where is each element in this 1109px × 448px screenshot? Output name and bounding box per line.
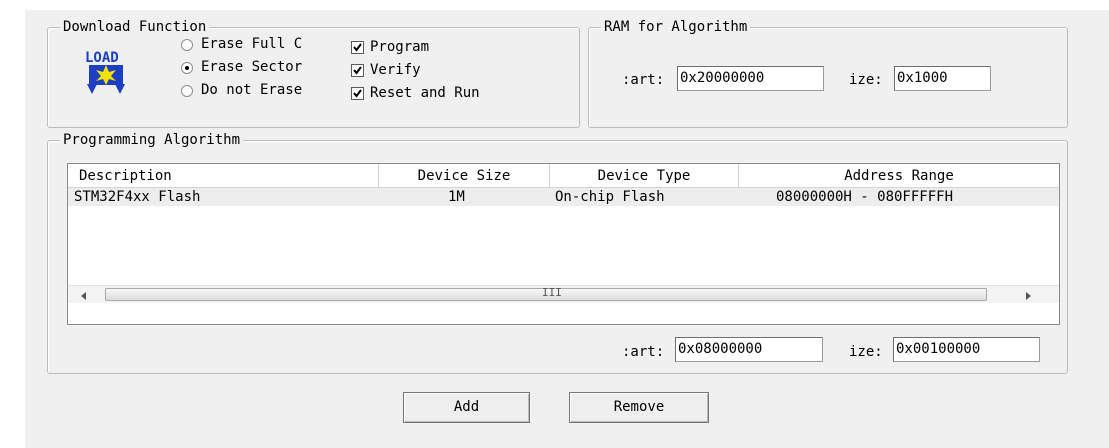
flash-size-input[interactable]: 0x00100000 [893, 337, 1040, 362]
radio-erase-sector-label: Erase Sector [201, 59, 303, 75]
row-description: STM32F4xx Flash [74, 189, 201, 205]
column-header-device-type-label: Device Type [597, 168, 691, 184]
row-device-type: On-chip Flash [555, 189, 665, 205]
scroll-left-arrow-icon[interactable] [80, 289, 88, 305]
radio-do-not-erase-indicator [181, 85, 193, 97]
column-header-description[interactable]: Description [68, 164, 379, 188]
column-header-address-range[interactable]: Address Range [739, 164, 1059, 188]
column-header-device-size-label: Device Size [417, 168, 511, 184]
ram-for-algorithm-title: RAM for Algorithm [601, 18, 751, 36]
checkbox-verify-box [351, 64, 364, 77]
flash-start-label: :art: [622, 344, 665, 360]
row-address-range: 08000000H - 080FFFFFH [776, 189, 954, 205]
load-icon: LOAD [81, 48, 131, 98]
ram-size-label: ize: [849, 72, 883, 88]
column-header-address-range-label: Address Range [844, 168, 954, 184]
checkbox-verify-label: Verify [370, 62, 421, 78]
table-row[interactable]: STM32F4xx Flash 1M On-chip Flash 0800000… [68, 188, 1059, 206]
radio-do-not-erase-label: Do not Erase [201, 82, 303, 98]
checkbox-reset-and-run-label: Reset and Run [370, 85, 480, 101]
checkbox-program-box [351, 41, 364, 54]
flash-start-input[interactable]: 0x08000000 [675, 337, 823, 362]
download-function-title: Download Function [60, 18, 210, 36]
add-button[interactable]: Add [403, 392, 530, 423]
checkbox-reset-and-run-box [351, 87, 364, 100]
ram-start-label: :art: [622, 72, 665, 88]
row-device-size: 1M [448, 189, 465, 205]
remove-button[interactable]: Remove [569, 392, 709, 423]
ram-for-algorithm-group: RAM for Algorithm :art: 0x20000000 ize: … [588, 18, 1068, 128]
radio-erase-full-chip-indicator [181, 39, 193, 51]
load-icon-label: LOAD [85, 50, 119, 66]
column-header-device-type[interactable]: Device Type [550, 164, 739, 188]
radio-erase-full-chip-label: Erase Full C [201, 36, 303, 52]
scrollbar-grip: III [542, 286, 562, 299]
column-header-device-size[interactable]: Device Size [379, 164, 550, 188]
radio-erase-sector-indicator [181, 62, 193, 74]
algorithm-list[interactable]: Description Device Size Device Type Addr… [67, 163, 1060, 325]
download-function-group: Download Function LOAD Erase Full C Eras… [47, 18, 580, 128]
scrollbar-thumb[interactable]: III [105, 286, 987, 301]
scroll-right-arrow-icon[interactable] [1024, 289, 1032, 305]
ram-start-input[interactable]: 0x20000000 [677, 66, 824, 91]
programming-algorithm-title: Programming Algorithm [60, 131, 244, 149]
flash-download-panel: Download Function LOAD Erase Full C Eras… [25, 10, 1109, 448]
column-header-description-label: Description [79, 168, 172, 184]
checkbox-program-label: Program [370, 39, 430, 55]
flash-size-label: ize: [849, 344, 883, 360]
horizontal-scrollbar[interactable]: III [68, 285, 1059, 303]
ram-size-input[interactable]: 0x1000 [894, 66, 991, 91]
